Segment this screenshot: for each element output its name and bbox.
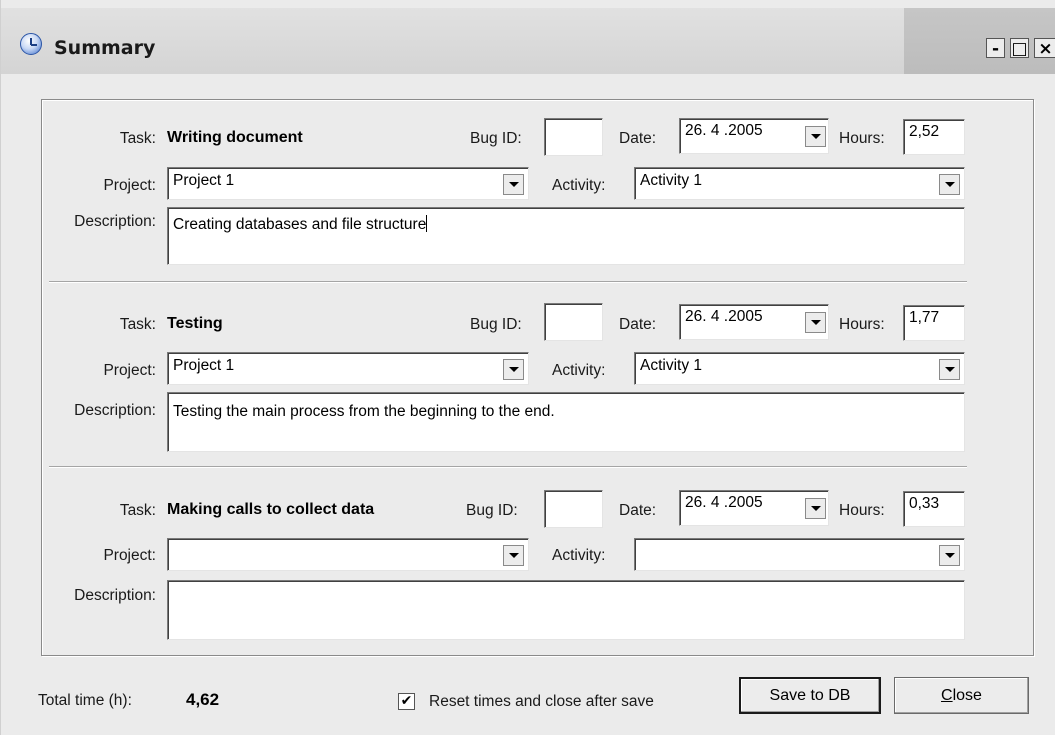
task-name: Writing document	[167, 129, 303, 146]
bug-id-input[interactable]	[544, 490, 603, 528]
total-time-label: Total time (h):	[38, 692, 132, 709]
activity-value: Activity 1	[640, 357, 703, 374]
task-label: Task:	[119, 316, 156, 333]
hours-input[interactable]: 1,77	[903, 305, 965, 341]
date-value: 26. 4 .2005	[685, 494, 763, 511]
description-textarea[interactable]	[167, 580, 965, 640]
hours-label: Hours:	[839, 502, 885, 519]
dropdown-arrow-icon[interactable]	[503, 174, 524, 195]
dropdown-arrow-icon[interactable]	[503, 359, 524, 380]
date-picker[interactable]: 26. 4 .2005	[679, 304, 829, 340]
dropdown-arrow-icon[interactable]	[939, 545, 960, 566]
activity-select[interactable]: Activity 1	[634, 352, 965, 385]
task-name: Testing	[167, 315, 223, 332]
project-select[interactable]: Project 1	[167, 167, 529, 200]
clock-icon	[20, 33, 42, 55]
project-label: Project:	[103, 547, 156, 564]
bug-id-label: Bug ID:	[466, 502, 518, 519]
window-title: Summary	[54, 37, 156, 59]
description-textarea[interactable]: Creating databases and file structure	[167, 207, 965, 265]
description-label: Description:	[74, 587, 156, 604]
bug-id-input[interactable]	[544, 303, 603, 341]
activity-label: Activity:	[552, 547, 606, 564]
title-bar[interactable]: Summary - □ ×	[1, 8, 1055, 74]
dropdown-arrow-icon[interactable]	[805, 498, 826, 519]
total-time-value: 4,62	[186, 690, 220, 709]
date-picker[interactable]: 26. 4 .2005	[679, 490, 829, 526]
task-separator	[49, 281, 967, 283]
bug-id-label: Bug ID:	[470, 316, 522, 333]
date-value: 26. 4 .2005	[685, 308, 763, 325]
description-text: Creating databases and file structure	[173, 216, 427, 233]
dropdown-arrow-icon[interactable]	[805, 126, 826, 147]
date-value: 26. 4 .2005	[685, 122, 763, 139]
window-controls-area	[904, 8, 1055, 74]
task-label: Task:	[119, 130, 156, 147]
dropdown-arrow-icon[interactable]	[503, 545, 524, 566]
date-label: Date:	[619, 130, 657, 147]
date-label: Date:	[619, 316, 657, 333]
save-to-db-button[interactable]: Save to DB	[739, 677, 881, 714]
minimize-button[interactable]: -	[986, 38, 1005, 59]
activity-select[interactable]	[634, 538, 965, 571]
project-value: Project 1	[173, 172, 235, 189]
bug-id-input[interactable]	[544, 118, 603, 156]
maximize-button[interactable]: □	[1010, 38, 1029, 59]
project-select[interactable]	[167, 538, 529, 571]
reset-times-checkbox[interactable]: ✔	[398, 693, 415, 710]
reset-times-label[interactable]: Reset times and close after save	[429, 693, 654, 711]
activity-select[interactable]: Activity 1	[634, 167, 965, 200]
hours-input[interactable]: 2,52	[903, 119, 965, 155]
close-button[interactable]: Close	[894, 677, 1029, 714]
task-separator	[49, 466, 967, 468]
project-label: Project:	[103, 177, 156, 194]
dropdown-arrow-icon[interactable]	[939, 359, 960, 380]
activity-label: Activity:	[552, 177, 606, 194]
description-label: Description:	[74, 402, 156, 419]
description-textarea[interactable]: Testing the main process from the beginn…	[167, 392, 965, 452]
task-label: Task:	[119, 502, 156, 519]
checkmark-icon: ✔	[400, 693, 413, 709]
text-caret	[426, 215, 428, 232]
project-value: Project 1	[173, 357, 235, 374]
description-label: Description:	[74, 213, 156, 230]
hours-label: Hours:	[839, 316, 885, 333]
bug-id-label: Bug ID:	[470, 130, 522, 147]
summary-window: Summary - □ × Task: Writing document Bug…	[0, 0, 1055, 735]
date-label: Date:	[619, 502, 657, 519]
dropdown-arrow-icon[interactable]	[939, 174, 960, 195]
close-window-button[interactable]: ×	[1034, 38, 1055, 59]
hours-label: Hours:	[839, 130, 885, 147]
date-picker[interactable]: 26. 4 .2005	[679, 118, 829, 154]
project-select[interactable]: Project 1	[167, 352, 529, 385]
activity-value: Activity 1	[640, 172, 703, 189]
hours-input[interactable]: 0,33	[903, 491, 965, 527]
dropdown-arrow-icon[interactable]	[805, 312, 826, 333]
task-name: Making calls to collect data	[167, 501, 375, 518]
activity-label: Activity:	[552, 362, 606, 379]
project-label: Project:	[103, 362, 156, 379]
